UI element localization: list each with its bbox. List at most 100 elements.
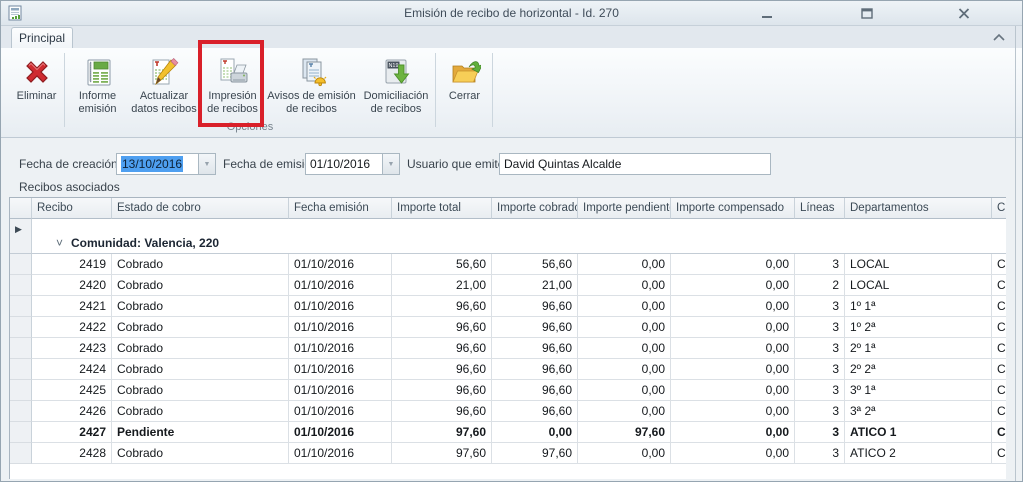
cell-fecha: 01/10/2016 [289,317,392,338]
cell-lineas: 3 [795,254,845,275]
cell-pendiente: 0,00 [578,401,671,422]
button-label: Impresión [208,90,256,102]
cell-total: 96,60 [392,338,492,359]
avisos-emision-recibos-button[interactable]: Avisos de emisión de recibos [266,52,357,128]
cell-cobrado: 56,60 [492,254,578,275]
cell-pendiente: 0,00 [578,359,671,380]
table-row[interactable]: 2424Cobrado01/10/201696,6096,600,000,003… [10,359,1006,380]
column-header-estado[interactable]: Estado de cobro [112,198,289,219]
cell-pendiente: 0,00 [578,380,671,401]
cell-departamento: LOCAL [845,275,992,296]
actualizar-datos-recibos-button[interactable]: Actualizar datos recibos [129,52,199,128]
row-indicator [10,443,32,464]
button-label: Informe [79,90,116,102]
table-row[interactable]: 2425Cobrado01/10/201696,6096,600,000,003… [10,380,1006,401]
fecha-emision-value: 01/10/2016 [306,154,382,174]
cell-c: C [992,338,1006,359]
cell-fecha: 01/10/2016 [289,296,392,317]
cell-fecha: 01/10/2016 [289,338,392,359]
cell-cobrado: 96,60 [492,380,578,401]
row-indicator [10,296,32,317]
tab-principal[interactable]: Principal [11,27,73,48]
ribbon: Eliminar Informe emisión [1,48,1022,138]
print-receipt-icon [217,56,249,88]
cell-cobrado: 21,00 [492,275,578,296]
cell-fecha: 01/10/2016 [289,401,392,422]
table-row[interactable]: 2423Cobrado01/10/201696,6096,600,000,003… [10,338,1006,359]
row-indicator: ▶ [10,219,32,254]
table-row[interactable]: 2420Cobrado01/10/201621,0021,000,000,002… [10,275,1006,296]
cell-departamento: ATICO 2 [845,443,992,464]
cell-estado: Cobrado [112,254,289,275]
table-row[interactable]: 2419Cobrado01/10/201656,6056,600,000,003… [10,254,1006,275]
column-header-fecha[interactable]: Fecha emisión [289,198,392,219]
column-header-c[interactable]: C [992,198,1006,219]
cell-lineas: 2 [795,275,845,296]
cell-cobrado: 96,60 [492,401,578,422]
column-header-lineas[interactable]: Líneas [795,198,845,219]
informe-emision-button[interactable]: Informe emisión [67,52,128,128]
cell-recibo: 2422 [32,317,112,338]
cell-pendiente: 0,00 [578,296,671,317]
button-label: Cerrar [449,90,480,102]
fecha-emision-field[interactable]: 01/10/2016 ▼ [305,153,400,175]
cell-estado: Cobrado [112,380,289,401]
usuario-field[interactable]: David Quintas Alcalde [499,153,771,175]
toolbar-separator [492,53,493,127]
column-header-recibo[interactable]: Recibo [32,198,112,219]
chevron-down-icon: ▼ [388,161,395,168]
cerrar-button[interactable]: Cerrar [438,52,491,128]
row-indicator [10,254,32,275]
cell-departamento: 1º 1ª [845,296,992,317]
table-row[interactable]: 2421Cobrado01/10/201696,6096,600,000,003… [10,296,1006,317]
cell-compensado: 0,00 [671,401,795,422]
collapse-ribbon-icon[interactable] [991,32,1007,44]
recibos-table: ReciboEstado de cobroFecha emisiónImport… [9,197,1006,479]
button-label: datos recibos [131,103,196,115]
report-icon [82,56,114,88]
cell-compensado: 0,00 [671,443,795,464]
cell-c: C [992,443,1006,464]
table-row[interactable]: 2427Pendiente01/10/201697,600,0097,600,0… [10,422,1006,443]
column-header-pendiente[interactable]: Importe pendiente [578,198,671,219]
cell-total: 97,60 [392,443,492,464]
group-row[interactable]: ▶ ˅ Comunidad: Valencia, 220 [10,219,1006,254]
fecha-emision-dropdown[interactable]: ▼ [382,154,399,174]
table-row[interactable]: 2422Cobrado01/10/201696,6096,600,000,003… [10,317,1006,338]
cell-departamento: 2º 1ª [845,338,992,359]
table-row[interactable]: 2428Cobrado01/10/201697,6097,600,000,003… [10,443,1006,464]
cell-total: 56,60 [392,254,492,275]
recibos-asociados-label: Recibos asociados [19,180,120,194]
cell-fecha: 01/10/2016 [289,359,392,380]
cell-fecha: 01/10/2016 [289,443,392,464]
cell-estado: Cobrado [112,338,289,359]
cell-fecha: 01/10/2016 [289,254,392,275]
column-header-cobrado[interactable]: Importe cobrado [492,198,578,219]
chevron-down-icon: ▼ [204,161,211,168]
cell-total: 96,60 [392,359,492,380]
window-frame-edge [1015,26,1016,481]
group-collapse-icon[interactable]: ˅ [56,236,63,250]
cell-recibo: 2420 [32,275,112,296]
close-button[interactable] [953,6,975,21]
cell-estado: Cobrado [112,359,289,380]
cell-compensado: 0,00 [671,380,795,401]
cell-recibo: 2425 [32,380,112,401]
table-row[interactable]: 2426Cobrado01/10/201696,6096,600,000,003… [10,401,1006,422]
maximize-button[interactable] [856,6,878,21]
minimize-button[interactable] [756,6,778,21]
column-header-total[interactable]: Importe total [392,198,492,219]
cell-cobrado: 96,60 [492,296,578,317]
column-header-compensado[interactable]: Importe compensado [671,198,795,219]
fecha-creacion-field[interactable]: 13/10/2016 ▼ [116,153,216,175]
fecha-creacion-dropdown[interactable]: ▼ [198,154,215,174]
cell-recibo: 2426 [32,401,112,422]
cell-lineas: 3 [795,296,845,317]
cell-cobrado: 96,60 [492,338,578,359]
impresion-recibos-button[interactable]: Impresión de recibos [200,52,265,128]
eliminar-button[interactable]: Eliminar [9,52,64,128]
cell-estado: Cobrado [112,275,289,296]
domiciliacion-recibos-button[interactable]: N19 Domiciliación de recibos [358,52,434,128]
cell-c: C [992,254,1006,275]
column-header-departamento[interactable]: Departamentos [845,198,992,219]
